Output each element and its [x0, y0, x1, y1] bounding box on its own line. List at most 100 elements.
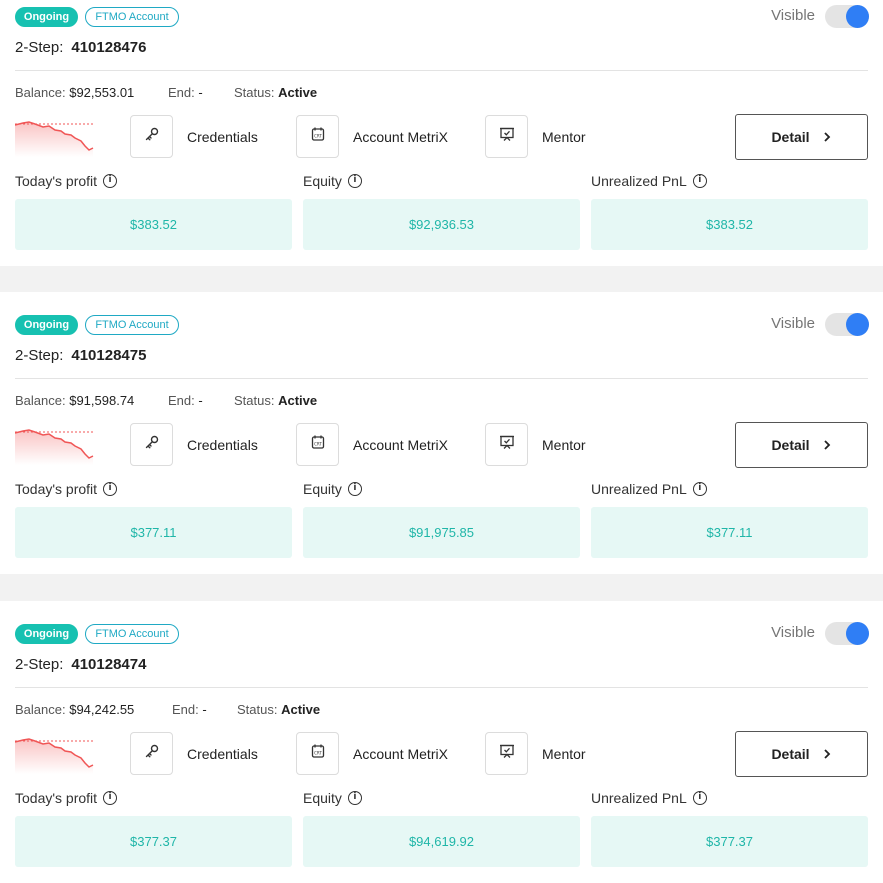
status-label: Status:: [234, 393, 275, 408]
calendar-icon: CRT: [309, 125, 327, 148]
info-icon[interactable]: i: [103, 791, 118, 805]
account-card: Ongoing FTMO Account Visible 2-Step: 4101…: [0, 292, 883, 574]
unrealized-pnl-text: Unrealized PnL: [591, 173, 687, 189]
account-card: Ongoing FTMO Account Visible 2-Step: 4101…: [0, 0, 883, 266]
equity-text: Equity: [303, 790, 342, 806]
detail-button[interactable]: Detail: [735, 422, 868, 468]
divider: [15, 378, 868, 379]
toggle-knob: [846, 622, 869, 645]
visible-label: Visible: [771, 315, 815, 332]
info-icon[interactable]: i: [347, 174, 362, 188]
account-number: 410128474: [71, 656, 147, 673]
account-metrix-link[interactable]: Account MetriX: [353, 129, 448, 145]
credentials-button[interactable]: [130, 115, 173, 158]
mentor-link[interactable]: Mentor: [542, 746, 586, 762]
end-label: End:: [168, 85, 195, 100]
unrealized-pnl-value: $377.37: [591, 816, 868, 867]
balance-label: Balance:: [15, 85, 66, 100]
credentials-button[interactable]: [130, 732, 173, 775]
detail-button[interactable]: Detail: [735, 114, 868, 160]
todays-profit-value: $377.11: [15, 507, 292, 558]
info-icon[interactable]: i: [103, 174, 118, 188]
mentor-link[interactable]: Mentor: [542, 129, 586, 145]
info-icon[interactable]: i: [103, 482, 118, 496]
end-value: -: [198, 393, 203, 408]
balance-meta: Balance: $91,598.74: [15, 393, 134, 408]
account-metrix-button[interactable]: CRT: [296, 115, 339, 158]
sparkline-area: [15, 430, 93, 465]
detail-button[interactable]: Detail: [735, 731, 868, 777]
mentor-button[interactable]: [485, 423, 528, 466]
status-meta: Status: Active: [237, 702, 320, 717]
info-icon[interactable]: i: [347, 791, 362, 805]
info-icon[interactable]: i: [692, 791, 707, 805]
account-number: 410128476: [71, 39, 147, 56]
svg-text:CRT: CRT: [314, 442, 322, 447]
status-meta: Status: Active: [234, 85, 317, 100]
balance-meta: Balance: $94,242.55: [15, 702, 134, 717]
balance-value: $94,242.55: [69, 702, 135, 717]
visible-label: Visible: [771, 7, 815, 24]
account-title: 2-Step: 410128474: [15, 656, 146, 673]
balance-meta: Balance: $92,553.01: [15, 85, 134, 100]
todays-profit-label: Today's profit i: [15, 173, 118, 189]
key-icon: [143, 125, 161, 148]
presentation-icon: [498, 433, 516, 456]
account-title: 2-Step: 410128475: [15, 347, 146, 364]
credentials-link[interactable]: Credentials: [187, 129, 258, 145]
unrealized-pnl-label: Unrealized PnL i: [591, 790, 707, 806]
ongoing-badge: Ongoing: [15, 315, 78, 335]
sparkline-area: [15, 122, 93, 157]
visible-toggle[interactable]: [825, 313, 869, 336]
end-label: End:: [172, 702, 199, 717]
todays-profit-label: Today's profit i: [15, 790, 118, 806]
status-label: Status:: [237, 702, 278, 717]
balance-value: $91,598.74: [69, 393, 135, 408]
equity-value: $92,936.53: [303, 199, 580, 250]
account-metrix-link[interactable]: Account MetriX: [353, 746, 448, 762]
detail-label: Detail: [771, 437, 810, 453]
account-metrix-link[interactable]: Account MetriX: [353, 437, 448, 453]
detail-label: Detail: [771, 129, 810, 145]
ongoing-badge: Ongoing: [15, 7, 78, 27]
info-icon[interactable]: i: [347, 482, 362, 496]
info-icon[interactable]: i: [692, 174, 707, 188]
todays-profit-text: Today's profit: [15, 790, 98, 806]
unrealized-pnl-value: $383.52: [591, 199, 868, 250]
account-card: Ongoing FTMO Account Visible 2-Step: 4101…: [0, 601, 883, 883]
end-label: End:: [168, 393, 195, 408]
account-metrix-button[interactable]: CRT: [296, 732, 339, 775]
mentor-button[interactable]: [485, 115, 528, 158]
end-meta: End: -: [172, 702, 207, 717]
visible-toggle[interactable]: [825, 5, 869, 28]
svg-text:CRT: CRT: [314, 134, 322, 139]
presentation-icon: [498, 742, 516, 765]
chevron-right-icon: [823, 440, 830, 450]
mentor-button[interactable]: [485, 732, 528, 775]
balance-sparkline: [15, 738, 94, 774]
unrealized-pnl-text: Unrealized PnL: [591, 481, 687, 497]
balance-sparkline: [15, 429, 94, 465]
chevron-right-icon: [823, 132, 830, 142]
visible-toggle[interactable]: [825, 622, 869, 645]
unrealized-pnl-value: $377.11: [591, 507, 868, 558]
todays-profit-value: $383.52: [15, 199, 292, 250]
account-type-badge: FTMO Account: [85, 315, 179, 335]
key-icon: [143, 742, 161, 765]
account-metrix-button[interactable]: CRT: [296, 423, 339, 466]
status-label: Status:: [234, 85, 275, 100]
balance-value: $92,553.01: [69, 85, 135, 100]
equity-value: $94,619.92: [303, 816, 580, 867]
mentor-link[interactable]: Mentor: [542, 437, 586, 453]
unrealized-pnl-label: Unrealized PnL i: [591, 173, 707, 189]
credentials-link[interactable]: Credentials: [187, 746, 258, 762]
presentation-icon: [498, 125, 516, 148]
balance-sparkline: [15, 121, 94, 157]
todays-profit-text: Today's profit: [15, 481, 98, 497]
calendar-icon: CRT: [309, 433, 327, 456]
info-icon[interactable]: i: [692, 482, 707, 496]
credentials-link[interactable]: Credentials: [187, 437, 258, 453]
end-value: -: [198, 85, 203, 100]
status-value: Active: [278, 85, 318, 100]
credentials-button[interactable]: [130, 423, 173, 466]
